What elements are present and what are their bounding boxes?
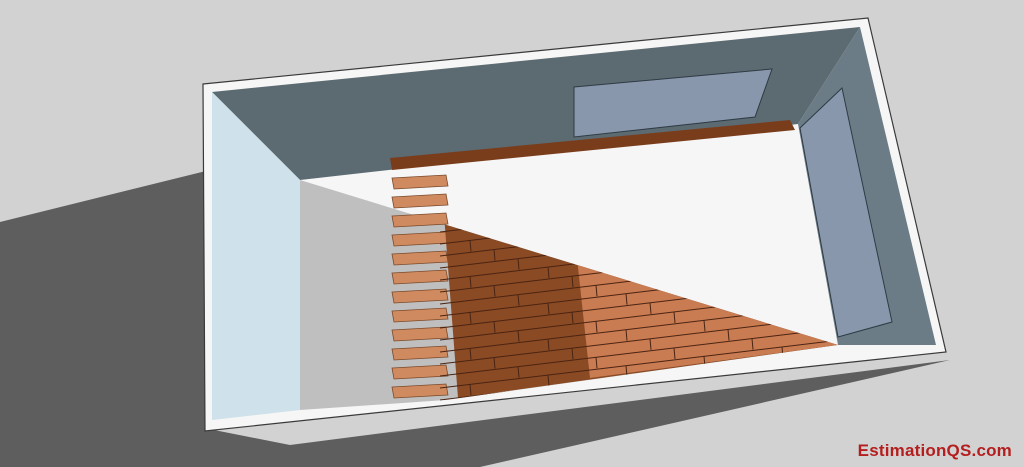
watermark: EstimationQS.com — [857, 441, 1012, 460]
room-scene — [0, 17, 950, 467]
